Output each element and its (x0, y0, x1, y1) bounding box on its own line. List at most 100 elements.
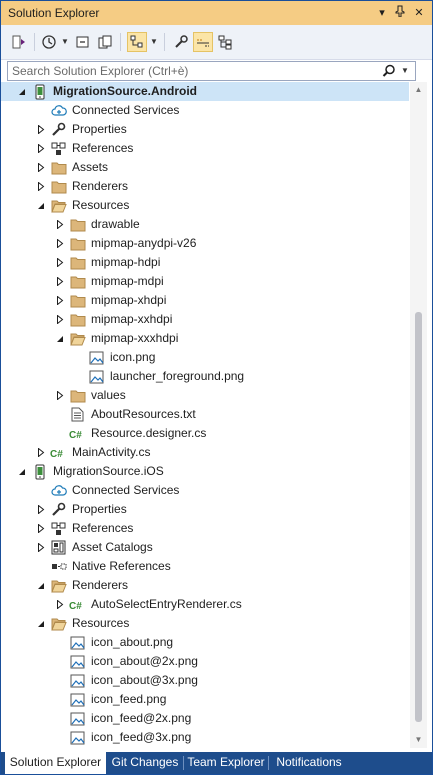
tab-notifications[interactable]: Notifications (270, 752, 348, 774)
tree-item[interactable]: MigrationSource.iOS (1, 462, 409, 481)
tree-item-label: icon_feed@2x.png (91, 711, 192, 725)
tree-item[interactable]: Asset Catalogs (1, 538, 409, 557)
properties-icon[interactable] (171, 32, 191, 52)
tab-git-changes[interactable]: Git Changes (108, 752, 182, 774)
search-icon[interactable] (381, 63, 397, 79)
collapsed-arrow-icon[interactable] (35, 500, 47, 519)
sync-dropdown-icon[interactable]: ▼ (150, 35, 158, 49)
folder-icon (69, 235, 86, 252)
tab-separator (183, 756, 184, 770)
tree-item[interactable]: icon.png (1, 348, 409, 367)
connected-services-icon (50, 102, 67, 119)
history-icon[interactable] (39, 32, 59, 52)
tree-item[interactable]: Properties (1, 120, 409, 139)
expanded-arrow-icon[interactable] (35, 576, 47, 595)
search-input[interactable] (8, 62, 388, 80)
collapsed-arrow-icon[interactable] (54, 272, 66, 291)
tree-item[interactable]: mipmap-xhdpi (1, 291, 409, 310)
title-bar[interactable]: Solution Explorer ▾ ✕ (1, 1, 432, 25)
tree-item[interactable]: mipmap-anydpi-v26 (1, 234, 409, 253)
vertical-scrollbar[interactable]: ▲ ▼ (410, 82, 427, 748)
tree-item[interactable]: C# MainActivity.cs (1, 443, 409, 462)
tool-window-tabs: Solution Explorer Git Changes Team Explo… (1, 752, 432, 774)
tree-item[interactable]: Resources (1, 196, 409, 215)
tree-item-label: MigrationSource.iOS (53, 464, 164, 478)
tab-solution-explorer[interactable]: Solution Explorer (5, 752, 106, 774)
tree-item[interactable]: mipmap-xxxhdpi (1, 329, 409, 348)
collapsed-arrow-icon[interactable] (35, 120, 47, 139)
tree-item[interactable]: MigrationSource.Android (1, 82, 409, 101)
tree-item[interactable]: C# AutoSelectEntryRenderer.cs (1, 595, 409, 614)
tree-item[interactable]: Resources (1, 614, 409, 633)
class-view-icon[interactable] (215, 32, 235, 52)
folder-icon (69, 216, 86, 233)
scroll-down-icon[interactable]: ▼ (414, 736, 423, 744)
tree-item[interactable]: icon_feed@2x.png (1, 709, 409, 728)
expanded-arrow-icon[interactable] (16, 82, 28, 101)
tree-item[interactable]: AboutResources.txt (1, 405, 409, 424)
expanded-arrow-icon[interactable] (35, 196, 47, 215)
expanded-arrow-icon[interactable] (54, 329, 66, 348)
tree-item[interactable]: mipmap-hdpi (1, 253, 409, 272)
collapsed-arrow-icon[interactable] (54, 291, 66, 310)
tree-item[interactable]: mipmap-xxhdpi (1, 310, 409, 329)
collapse-all-icon[interactable] (73, 32, 93, 52)
tree-item[interactable]: drawable (1, 215, 409, 234)
collapsed-arrow-icon[interactable] (35, 177, 47, 196)
wrench-icon (50, 121, 67, 138)
expanded-arrow-icon[interactable] (16, 462, 28, 481)
tree-item[interactable]: Properties (1, 500, 409, 519)
folder-open-icon (50, 577, 67, 594)
show-all-files-icon[interactable] (95, 32, 115, 52)
tree-item[interactable]: References (1, 519, 409, 538)
search-box[interactable]: ▼ (7, 61, 416, 81)
collapsed-arrow-icon[interactable] (35, 538, 47, 557)
window-position-dropdown-icon[interactable]: ▾ (375, 5, 389, 21)
tree-item[interactable]: mipmap-mdpi (1, 272, 409, 291)
collapsed-arrow-icon[interactable] (54, 234, 66, 253)
tree-item[interactable]: icon_feed@3x.png (1, 728, 409, 747)
collapsed-arrow-icon[interactable] (35, 519, 47, 538)
tree-item[interactable]: values (1, 386, 409, 405)
scroll-up-icon[interactable]: ▲ (414, 86, 423, 94)
pin-icon[interactable] (393, 5, 407, 21)
preview-selected-icon[interactable] (193, 32, 213, 52)
collapsed-arrow-icon[interactable] (54, 215, 66, 234)
tree-item[interactable]: Native References (1, 557, 409, 576)
tree-item[interactable]: Renderers (1, 177, 409, 196)
expanded-arrow-icon[interactable] (35, 614, 47, 633)
tree-item-label: AboutResources.txt (91, 407, 196, 421)
collapsed-arrow-icon[interactable] (54, 310, 66, 329)
folder-icon (50, 159, 67, 176)
collapsed-arrow-icon[interactable] (35, 443, 47, 462)
tree-item-label: drawable (91, 217, 140, 231)
tree-item-label: icon_feed.png (91, 692, 167, 706)
tab-team-explorer[interactable]: Team Explorer (185, 752, 267, 774)
tree-item[interactable]: icon_about.png (1, 633, 409, 652)
native-references-icon (50, 558, 67, 575)
switch-views-icon[interactable] (9, 32, 29, 52)
collapsed-arrow-icon[interactable] (35, 158, 47, 177)
sync-with-document-icon[interactable] (127, 32, 147, 52)
tree-item-label: MigrationSource.Android (53, 84, 197, 98)
collapsed-arrow-icon[interactable] (54, 253, 66, 272)
collapsed-arrow-icon[interactable] (54, 386, 66, 405)
tree-item[interactable]: References (1, 139, 409, 158)
tree-item[interactable]: C# Resource.designer.cs (1, 424, 409, 443)
close-icon[interactable]: ✕ (412, 5, 426, 21)
folder-open-icon (69, 330, 86, 347)
tree-item[interactable]: icon_about@3x.png (1, 671, 409, 690)
search-options-dropdown-icon[interactable]: ▼ (401, 63, 411, 79)
history-dropdown-icon[interactable]: ▼ (61, 35, 69, 49)
tree-item-label: mipmap-mdpi (91, 274, 164, 288)
tree-item[interactable]: Renderers (1, 576, 409, 595)
tree-item[interactable]: Connected Services (1, 481, 409, 500)
scrollbar-thumb[interactable] (415, 312, 422, 722)
collapsed-arrow-icon[interactable] (35, 139, 47, 158)
collapsed-arrow-icon[interactable] (54, 595, 66, 614)
tree-item[interactable]: launcher_foreground.png (1, 367, 409, 386)
tree-item[interactable]: icon_about@2x.png (1, 652, 409, 671)
tree-item[interactable]: icon_feed.png (1, 690, 409, 709)
tree-item[interactable]: Assets (1, 158, 409, 177)
tree-item[interactable]: Connected Services (1, 101, 409, 120)
